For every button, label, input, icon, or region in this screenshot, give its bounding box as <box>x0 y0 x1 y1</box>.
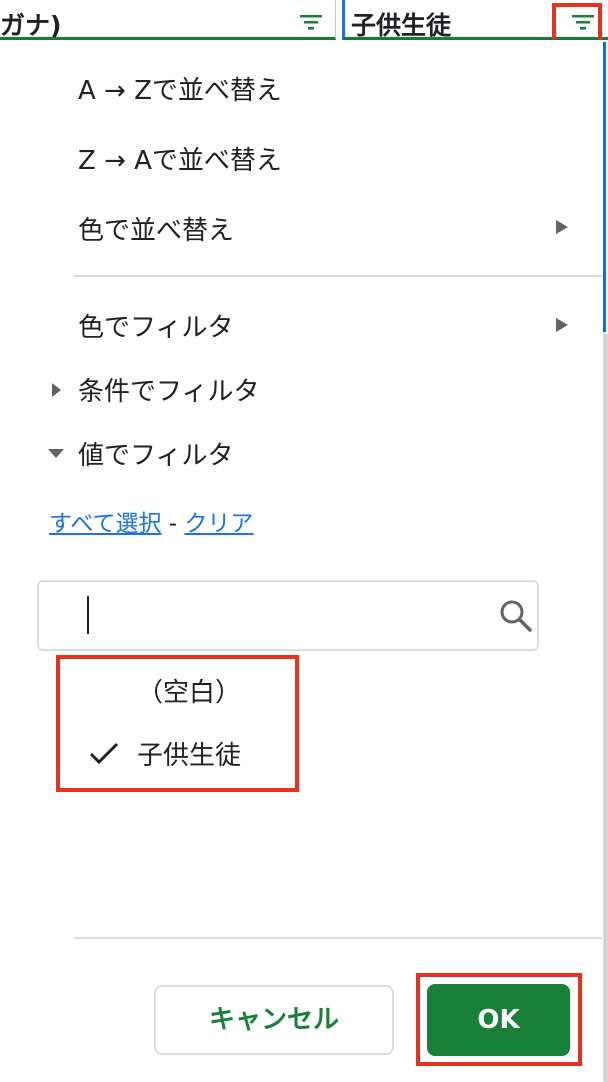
filter-icon[interactable] <box>568 11 598 33</box>
clear-link[interactable]: クリア <box>184 511 253 537</box>
search-icon[interactable] <box>498 598 534 634</box>
triangle-down-icon[interactable] <box>48 449 64 458</box>
menu-item-sort-z-to-a[interactable]: Z → Aで並べ替え <box>78 140 282 177</box>
column-header-furigana[interactable]: ガナ) <box>0 0 336 40</box>
value-item-blank[interactable]: （空白） <box>137 672 241 709</box>
column-gridline <box>604 334 608 1082</box>
menu-item-filter-by-color[interactable]: 色でフィルタ <box>78 307 233 344</box>
values-search-box[interactable] <box>37 580 539 651</box>
triangle-right-icon <box>556 318 568 332</box>
menu-item-sort-by-color[interactable]: 色で並べ替え <box>78 210 234 247</box>
filter-menu-popup: A → Zで並べ替え Z → Aで並べ替え 色で並べ替え 色でフィルタ 条件でフ… <box>0 40 603 1082</box>
triangle-right-icon <box>556 220 568 234</box>
column-header-label: 子供生徒 <box>351 11 452 40</box>
select-all-link[interactable]: すべて選択 <box>49 511 161 537</box>
cancel-button[interactable]: キャンセル <box>154 985 394 1055</box>
link-separator: - <box>168 511 178 537</box>
filter-icon[interactable] <box>296 11 326 33</box>
select-links: すべて選択 - クリア <box>49 504 253 538</box>
menu-item-filter-by-values[interactable]: 値でフィルタ <box>78 435 233 472</box>
menu-item-sort-a-to-z[interactable]: A → Zで並べ替え <box>78 70 282 107</box>
values-search-input[interactable] <box>85 594 489 638</box>
value-item-child-student[interactable]: 子供生徒 <box>137 735 241 772</box>
spreadsheet-view: ガナ) 子供生徒 A → Zで並べ替え Z → Aで並べ替え 色で並べ替え 色で… <box>0 0 608 1082</box>
text-caret <box>87 596 89 634</box>
check-icon[interactable] <box>88 740 120 768</box>
menu-divider <box>74 275 602 277</box>
ok-button[interactable]: OK <box>427 984 570 1056</box>
menu-item-filter-by-condition[interactable]: 条件でフィルタ <box>78 371 259 408</box>
footer-divider <box>74 937 602 939</box>
triangle-right-icon[interactable] <box>52 383 61 397</box>
column-header-label: ガナ) <box>0 11 62 40</box>
